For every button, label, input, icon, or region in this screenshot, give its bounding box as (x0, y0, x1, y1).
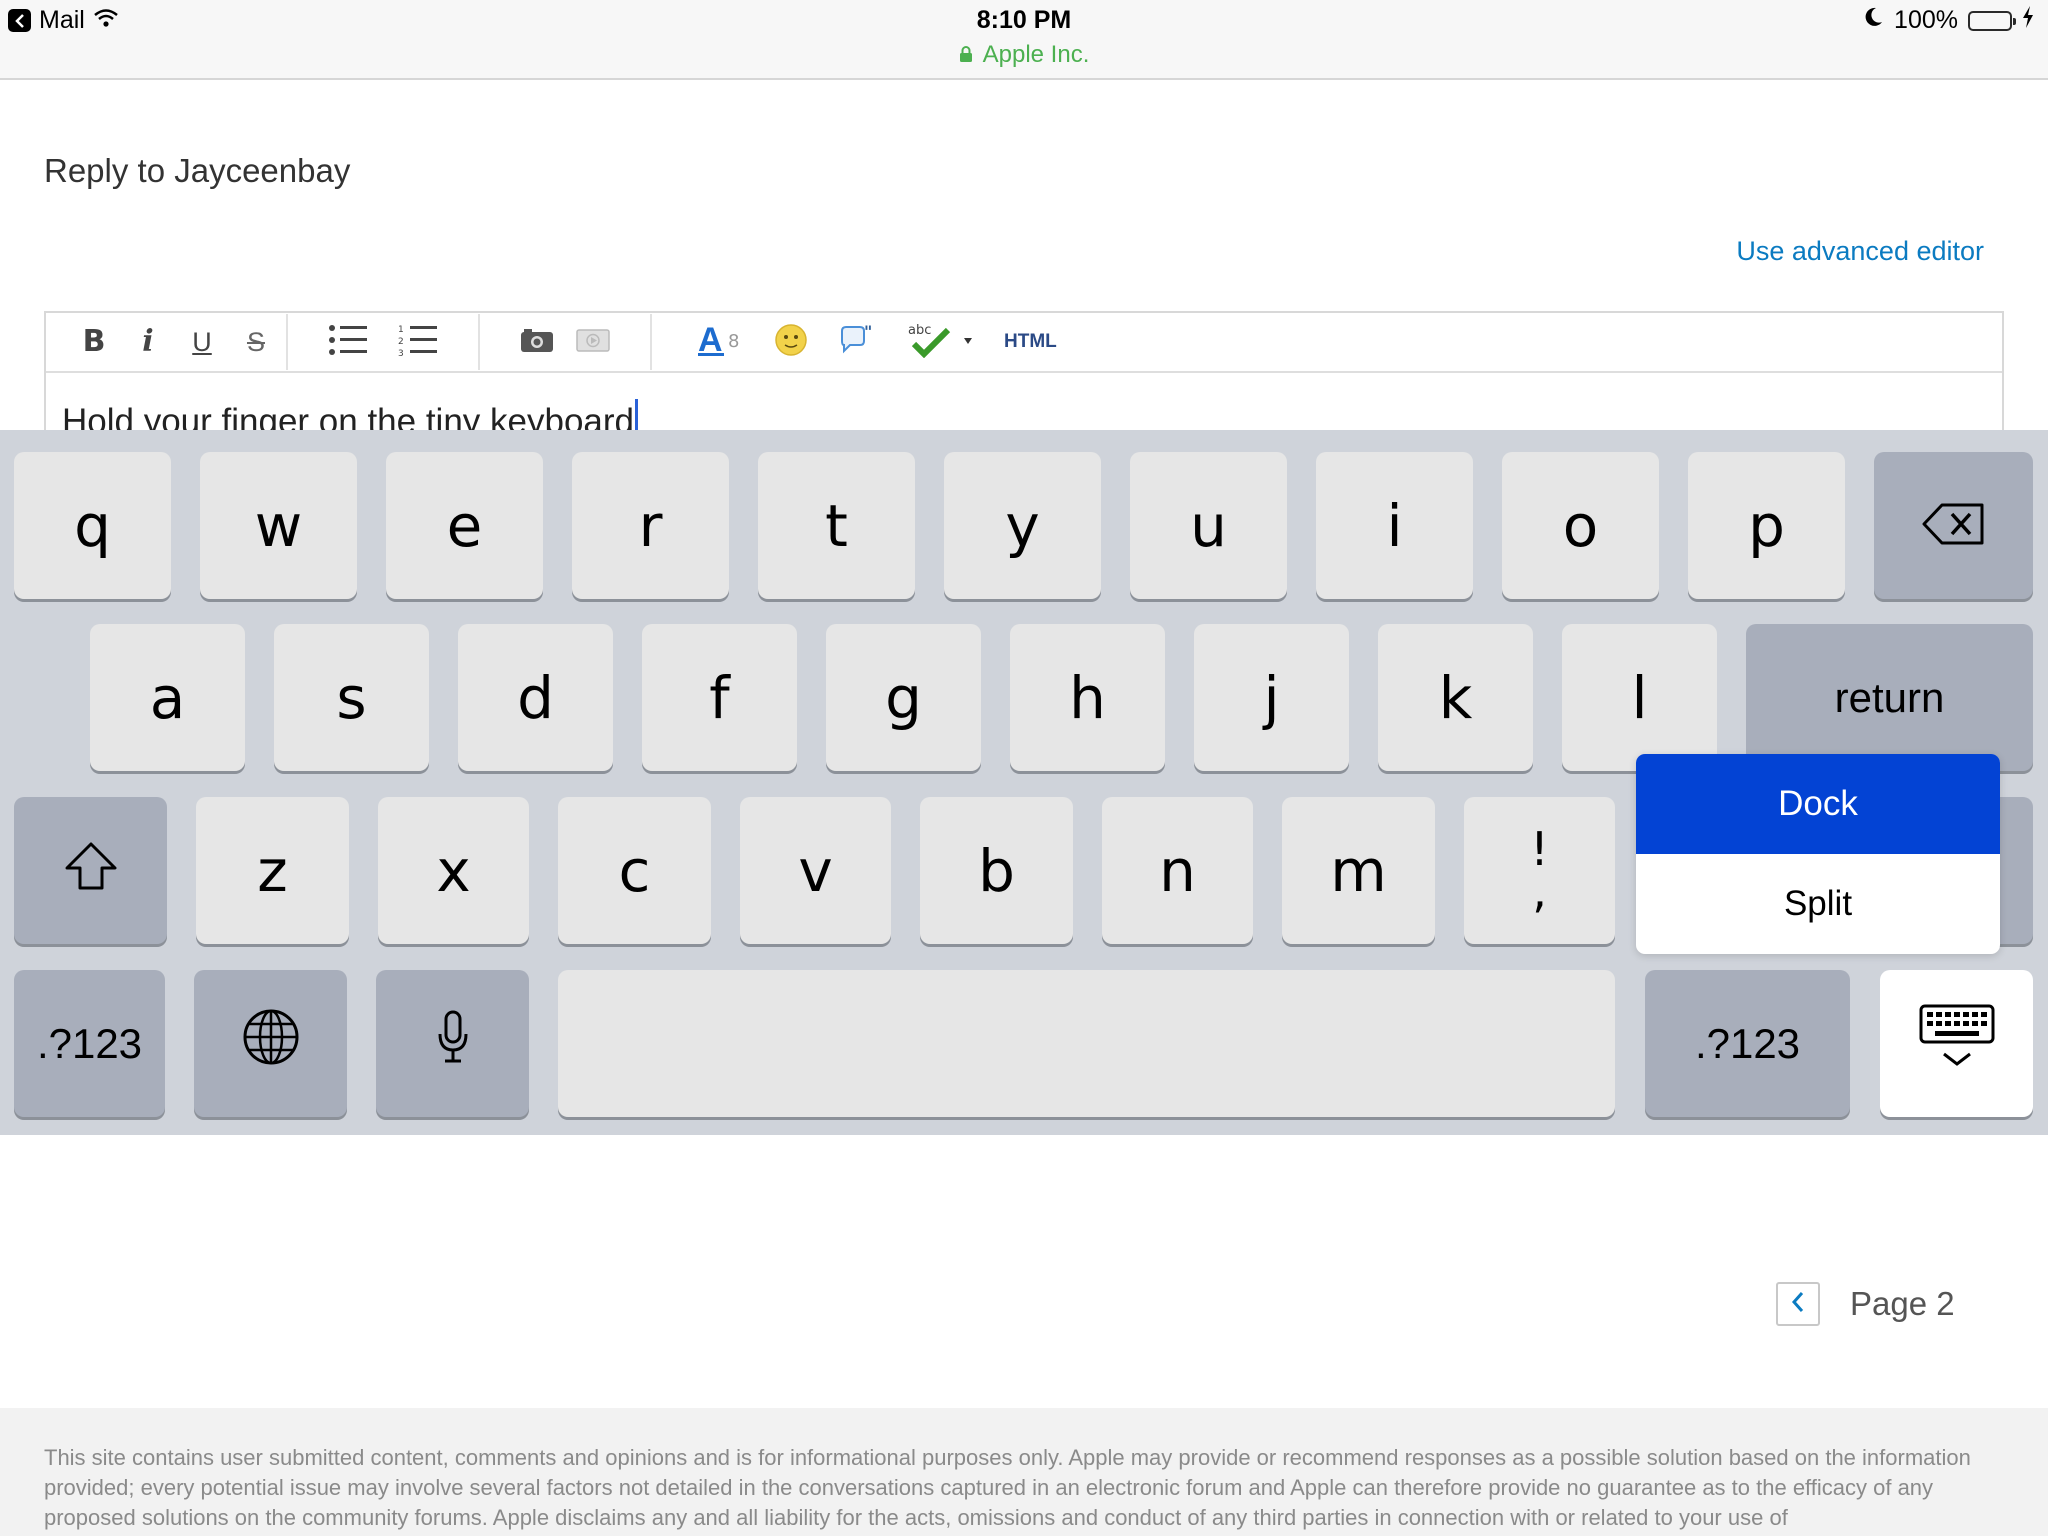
page: Mail 8:10 PM Apple Inc. 100% Reply to Ja… (0, 0, 2048, 1536)
site-name: Apple Inc. (982, 41, 1090, 68)
svg-text:abc: abc (908, 323, 931, 338)
dictation-key[interactable] (376, 970, 529, 1117)
list-group: 1 2 3 (288, 314, 480, 370)
emoji-icon[interactable] (774, 323, 808, 362)
keyboard-mode-menu: Dock Split (1636, 754, 2000, 954)
key-r[interactable]: r (572, 452, 729, 599)
key-c[interactable]: c (558, 797, 711, 944)
editor-toolbar: B i U S 1 2 3 A 8 " abc HTML (46, 313, 2002, 373)
key-d[interactable]: d (458, 624, 613, 771)
key-b[interactable]: b (920, 797, 1073, 944)
shift-key[interactable] (14, 797, 167, 944)
key-j[interactable]: j (1194, 624, 1349, 771)
numbered-list-icon[interactable]: 1 2 3 (398, 324, 438, 361)
key-x[interactable]: x (378, 797, 529, 944)
key-v[interactable]: v (740, 797, 891, 944)
key-n[interactable]: n (1102, 797, 1253, 944)
key-o[interactable]: o (1502, 452, 1659, 599)
bullet-list-icon[interactable] (328, 324, 368, 361)
italic-button[interactable]: i (132, 327, 164, 357)
punctuation-key[interactable]: ! , (1464, 797, 1615, 944)
key-k[interactable]: k (1378, 624, 1533, 771)
page-title: Reply to Jayceenbay (44, 152, 351, 189)
format-group: B i U S (64, 314, 288, 370)
status-bar: Mail 8:10 PM Apple Inc. 100% (0, 0, 2048, 80)
svg-text:": " (864, 323, 872, 341)
key-h[interactable]: h (1010, 624, 1165, 771)
bold-button[interactable]: B (78, 327, 110, 357)
svg-text:1: 1 (398, 325, 404, 335)
microphone-icon (436, 1010, 470, 1078)
svg-text:3: 3 (398, 349, 404, 356)
punct-bottom: , (1532, 863, 1547, 918)
key-f[interactable]: f (642, 624, 797, 771)
charging-icon (2022, 6, 2034, 35)
pagination: Page 2 (1776, 1282, 1955, 1326)
key-a[interactable]: a (90, 624, 245, 771)
dock-option[interactable]: Dock (1636, 754, 2000, 854)
key-l[interactable]: l (1562, 624, 1717, 771)
key-p[interactable]: p (1688, 452, 1845, 599)
keyboard-hide-icon (1917, 1004, 1997, 1084)
key-m[interactable]: m (1282, 797, 1435, 944)
chevron-left-icon (1791, 1291, 1805, 1318)
page-indicator: Page 2 (1850, 1285, 1955, 1322)
footer-disclaimer: This site contains user submitted conten… (0, 1408, 2048, 1536)
html-button[interactable]: HTML (1004, 331, 1057, 353)
camera-icon[interactable] (520, 327, 554, 358)
clock: 8:10 PM (976, 6, 1072, 34)
svg-text:2: 2 (398, 337, 404, 347)
key-e[interactable]: e (386, 452, 543, 599)
underline-button[interactable]: U (186, 328, 218, 356)
key-z[interactable]: z (196, 797, 349, 944)
moon-icon (1864, 6, 1884, 35)
battery-percent: 100% (1894, 6, 1958, 34)
key-q[interactable]: q (14, 452, 171, 599)
tools-group: A 8 " abc HTML (652, 314, 1071, 370)
lock-icon (959, 41, 973, 69)
key-i[interactable]: i (1316, 452, 1473, 599)
key-y[interactable]: y (944, 452, 1101, 599)
globe-key[interactable] (194, 970, 347, 1117)
return-key[interactable]: return (1746, 624, 2033, 771)
media-group (480, 314, 652, 370)
space-key[interactable] (558, 970, 1615, 1117)
split-option[interactable]: Split (1636, 854, 2000, 954)
status-right: 100% (1864, 6, 2034, 35)
quote-icon[interactable]: " (838, 322, 878, 362)
numbers-key-right[interactable]: .?123 (1645, 970, 1850, 1117)
key-t[interactable]: t (758, 452, 915, 599)
disclaimer-text: This site contains user submitted conten… (44, 1445, 1971, 1530)
numbers-key-left[interactable]: .?123 (14, 970, 165, 1117)
strikethrough-button[interactable]: S (240, 328, 272, 356)
video-icon[interactable] (576, 327, 610, 358)
key-u[interactable]: u (1130, 452, 1287, 599)
key-w[interactable]: w (200, 452, 357, 599)
rich-text-editor[interactable]: B i U S 1 2 3 A 8 " abc HTML Hold your f… (44, 311, 2004, 441)
keyboard-dismiss-key[interactable] (1880, 970, 2033, 1117)
site-identity[interactable]: Apple Inc. (0, 41, 2048, 69)
globe-icon (242, 1008, 300, 1080)
spellcheck-icon[interactable]: abc (908, 322, 974, 363)
backspace-icon (1922, 492, 1986, 560)
shift-icon (64, 837, 118, 905)
advanced-editor-link[interactable]: Use advanced editor (1736, 236, 1984, 267)
font-style-icon[interactable]: A 8 (698, 321, 744, 362)
delete-key[interactable] (1874, 452, 2033, 599)
svg-text:A: A (698, 323, 723, 357)
svg-text:8: 8 (728, 331, 739, 352)
key-g[interactable]: g (826, 624, 981, 771)
key-s[interactable]: s (274, 624, 429, 771)
previous-page-button[interactable] (1776, 1282, 1820, 1326)
battery-icon (1968, 10, 2016, 31)
